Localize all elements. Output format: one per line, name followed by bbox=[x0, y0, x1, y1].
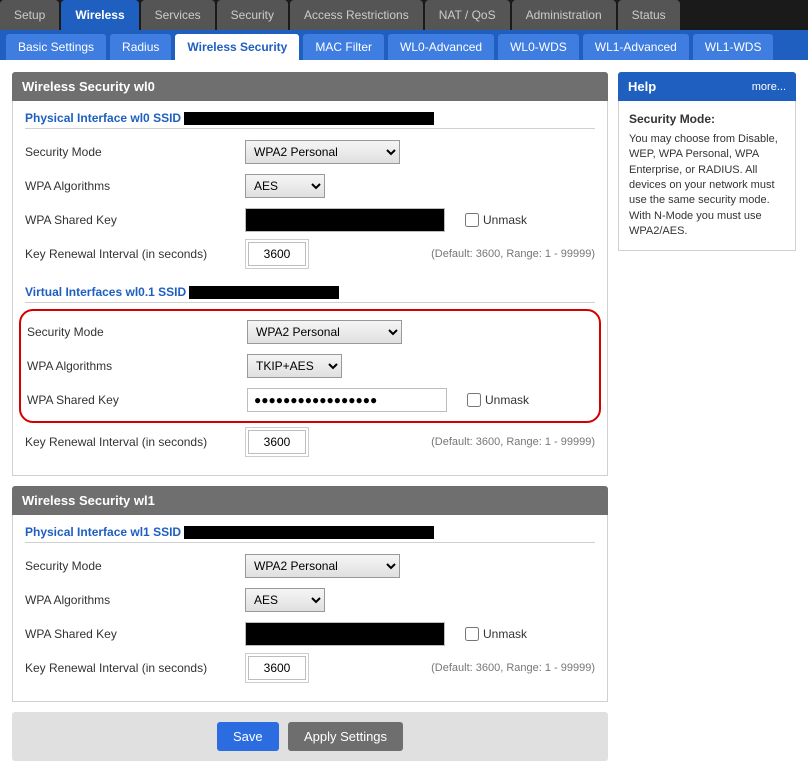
unmask-label: Unmask bbox=[485, 393, 529, 407]
save-button[interactable]: Save bbox=[217, 722, 279, 751]
label-security-mode: Security Mode bbox=[25, 559, 245, 573]
label-key-renewal: Key Renewal Interval (in seconds) bbox=[25, 661, 245, 675]
redacted-ssid bbox=[184, 526, 434, 539]
wl0-phys-security-mode-select[interactable]: WPA2 Personal bbox=[245, 140, 400, 164]
help-body: Security Mode: You may choose from Disab… bbox=[618, 101, 796, 251]
highlighted-region: Security Mode WPA2 Personal WPA Algorith… bbox=[19, 309, 601, 423]
wl0-phys-unmask-checkbox[interactable] bbox=[465, 213, 479, 227]
top-tab-access-restrictions[interactable]: Access Restrictions bbox=[290, 0, 423, 30]
wl0-virt-unmask-checkbox[interactable] bbox=[467, 393, 481, 407]
wl1-phys-unmask-checkbox[interactable] bbox=[465, 627, 479, 641]
top-tab-setup[interactable]: Setup bbox=[0, 0, 59, 30]
help-header: Help more... bbox=[618, 72, 796, 101]
wl0-phys-interval-input[interactable] bbox=[248, 242, 306, 266]
interval-hint: (Default: 3600, Range: 1 - 99999) bbox=[431, 436, 595, 448]
wl1-phys-shared-key-input[interactable] bbox=[245, 622, 445, 646]
help-text: You may choose from Disable, WEP, WPA Pe… bbox=[629, 133, 778, 237]
label-key-renewal: Key Renewal Interval (in seconds) bbox=[25, 247, 245, 261]
label-security-mode: Security Mode bbox=[27, 325, 247, 339]
sub-tab-radius[interactable]: Radius bbox=[110, 34, 171, 60]
help-heading: Security Mode: bbox=[629, 111, 785, 128]
wl1-body: Physical Interface wl1 SSID Security Mod… bbox=[12, 515, 608, 702]
interval-hint: (Default: 3600, Range: 1 - 99999) bbox=[431, 662, 595, 674]
sub-tab-wl1-advanced[interactable]: WL1-Advanced bbox=[583, 34, 689, 60]
sub-tab-wl0-advanced[interactable]: WL0-Advanced bbox=[388, 34, 494, 60]
label-security-mode: Security Mode bbox=[25, 145, 245, 159]
top-tab-administration[interactable]: Administration bbox=[512, 0, 616, 30]
redacted-ssid bbox=[184, 112, 434, 125]
wl1-header: Wireless Security wl1 bbox=[12, 486, 608, 515]
wl0-phys-wpa-algo-select[interactable]: AES bbox=[245, 174, 325, 198]
sub-tabs: Basic SettingsRadiusWireless SecurityMAC… bbox=[0, 30, 808, 60]
label-wpa-algorithms: WPA Algorithms bbox=[27, 359, 247, 373]
wl0-virt-title-text: Virtual Interfaces wl0.1 SSID bbox=[25, 285, 186, 299]
wl1-phys-wpa-algo-select[interactable]: AES bbox=[245, 588, 325, 612]
top-tab-services[interactable]: Services bbox=[141, 0, 215, 30]
top-tab-wireless[interactable]: Wireless bbox=[61, 0, 138, 30]
top-tab-status[interactable]: Status bbox=[618, 0, 680, 30]
interval-hint: (Default: 3600, Range: 1 - 99999) bbox=[431, 248, 595, 260]
apply-settings-button[interactable]: Apply Settings bbox=[288, 722, 403, 751]
wl1-phys-title: Physical Interface wl1 SSID bbox=[25, 525, 595, 543]
wl1-phys-security-mode-select[interactable]: WPA2 Personal bbox=[245, 554, 400, 578]
label-wpa-shared-key: WPA Shared Key bbox=[25, 213, 245, 227]
wl0-phys-shared-key-input[interactable] bbox=[245, 208, 445, 232]
wl0-virt-shared-key-input[interactable] bbox=[247, 388, 447, 412]
sub-tab-mac-filter[interactable]: MAC Filter bbox=[303, 34, 384, 60]
sub-tab-basic-settings[interactable]: Basic Settings bbox=[6, 34, 106, 60]
content-column: Wireless Security wl0 Physical Interface… bbox=[12, 72, 608, 761]
label-wpa-algorithms: WPA Algorithms bbox=[25, 593, 245, 607]
wl1-phys-interval-input[interactable] bbox=[248, 656, 306, 680]
top-tab-security[interactable]: Security bbox=[217, 0, 288, 30]
label-wpa-shared-key: WPA Shared Key bbox=[27, 393, 247, 407]
wl0-virt-title: Virtual Interfaces wl0.1 SSID bbox=[25, 285, 595, 303]
unmask-label: Unmask bbox=[483, 627, 527, 641]
main-area: Wireless Security wl0 Physical Interface… bbox=[0, 60, 808, 773]
wl0-virt-interval-input[interactable] bbox=[248, 430, 306, 454]
wl0-phys-title: Physical Interface wl0 SSID bbox=[25, 111, 595, 129]
help-title: Help bbox=[628, 79, 656, 94]
label-key-renewal: Key Renewal Interval (in seconds) bbox=[25, 435, 245, 449]
help-more-link[interactable]: more... bbox=[752, 81, 786, 93]
top-tabs: SetupWirelessServicesSecurityAccess Rest… bbox=[0, 0, 808, 30]
wl0-virt-security-mode-select[interactable]: WPA2 Personal bbox=[247, 320, 402, 344]
label-wpa-algorithms: WPA Algorithms bbox=[25, 179, 245, 193]
label-wpa-shared-key: WPA Shared Key bbox=[25, 627, 245, 641]
top-tab-nat-qos[interactable]: NAT / QoS bbox=[425, 0, 510, 30]
sub-tab-wl1-wds[interactable]: WL1-WDS bbox=[693, 34, 774, 60]
wl1-phys-title-text: Physical Interface wl1 SSID bbox=[25, 525, 181, 539]
button-bar: Save Apply Settings bbox=[12, 712, 608, 761]
sub-tab-wireless-security[interactable]: Wireless Security bbox=[175, 34, 299, 60]
unmask-label: Unmask bbox=[483, 213, 527, 227]
sub-tab-wl0-wds[interactable]: WL0-WDS bbox=[498, 34, 579, 60]
redacted-ssid bbox=[189, 286, 339, 299]
wl0-virt-wpa-algo-select[interactable]: TKIP+AES bbox=[247, 354, 342, 378]
wl0-phys-title-text: Physical Interface wl0 SSID bbox=[25, 111, 181, 125]
help-sidebar: Help more... Security Mode: You may choo… bbox=[618, 72, 796, 761]
wl0-body: Physical Interface wl0 SSID Security Mod… bbox=[12, 101, 608, 476]
wl0-header: Wireless Security wl0 bbox=[12, 72, 608, 101]
